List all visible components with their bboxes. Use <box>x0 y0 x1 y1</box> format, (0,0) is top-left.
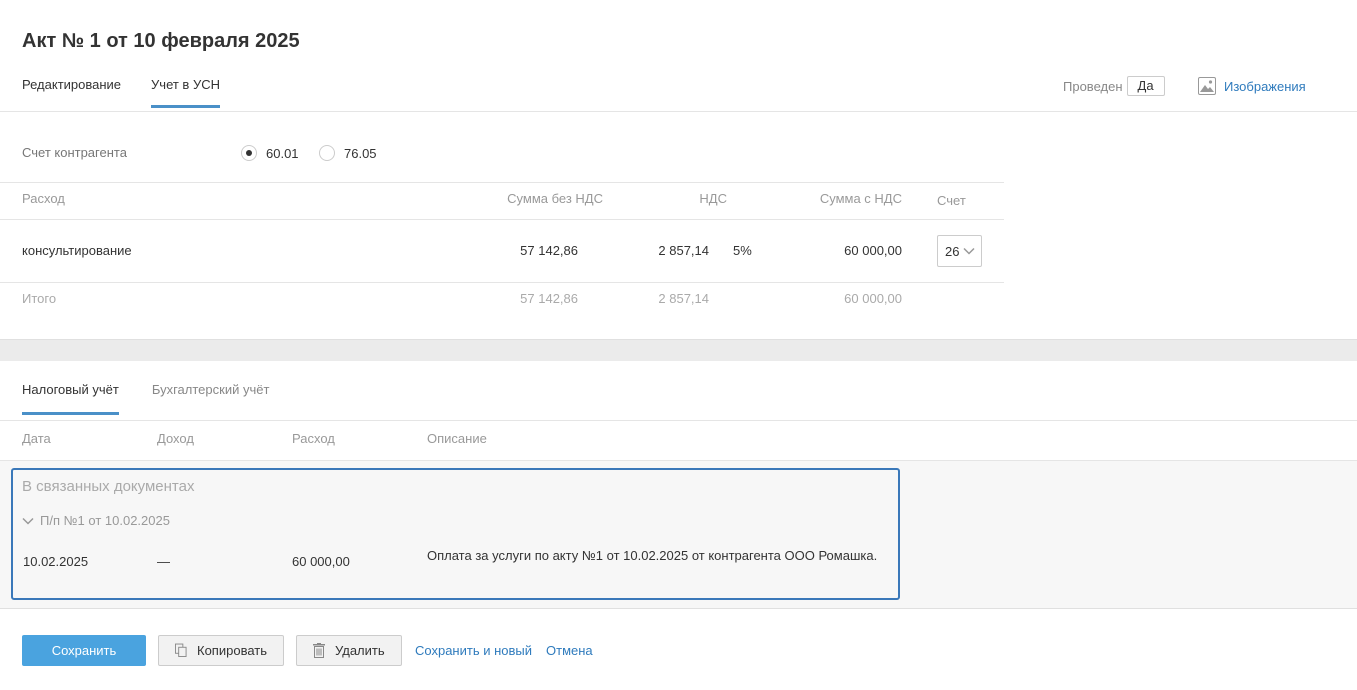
ledger-income-header: Доход <box>157 431 194 446</box>
posted-badge[interactable]: Да <box>1126 76 1165 96</box>
table-top-border <box>0 182 1004 183</box>
total-vat: 2 857,14 <box>658 291 709 306</box>
radio-76-05[interactable]: 76.05 <box>319 145 377 161</box>
images-link-label: Изображения <box>1224 78 1306 94</box>
ledger-description-header: Описание <box>427 431 487 446</box>
images-link[interactable]: Изображения <box>1198 77 1306 95</box>
save-button[interactable]: Сохранить <box>22 635 146 666</box>
table-header-border <box>0 219 1004 220</box>
page-title: Акт № 1 от 10 февраля 2025 <box>22 30 300 52</box>
account-select-value: 26 <box>945 243 960 259</box>
col-expense-header: Расход <box>22 191 65 206</box>
trash-icon <box>313 643 325 658</box>
ledger-entry-expense: 60 000,00 <box>292 554 350 569</box>
chevron-down-icon <box>22 517 34 525</box>
cancel-link[interactable]: Отмена <box>546 643 593 658</box>
section-separator <box>0 339 1357 361</box>
radio-76-05-label: 76.05 <box>344 145 377 161</box>
posted-status: Проведен Да <box>1063 76 1165 96</box>
expense-sum-no-vat: 57 142,86 <box>520 243 578 258</box>
ledger-expense-header: Расход <box>292 431 335 446</box>
radio-checked-icon <box>241 145 257 161</box>
expense-name: консультирование <box>22 243 132 258</box>
tab-editing[interactable]: Редактирование <box>22 77 121 108</box>
delete-button-label: Удалить <box>335 643 385 658</box>
expense-vat: 2 857,14 <box>658 243 709 258</box>
radio-unchecked-icon <box>319 145 335 161</box>
image-icon <box>1198 77 1216 95</box>
linked-documents-title: В связанных документах <box>22 478 195 495</box>
tab-usn-accounting[interactable]: Учет в УСН <box>151 77 220 108</box>
expense-sum-with-vat: 60 000,00 <box>844 243 902 258</box>
radio-60-01[interactable]: 60.01 <box>241 145 299 161</box>
table-row-border <box>0 282 1004 283</box>
delete-button[interactable]: Удалить <box>296 635 402 666</box>
footer-actions: Сохранить Копировать Удалить Сохранить и… <box>22 635 593 666</box>
tab-tax-accounting[interactable]: Налоговый учёт <box>22 382 119 415</box>
counterparty-account-row: Счет контрагента 60.01 76.05 <box>22 145 422 165</box>
total-label: Итого <box>22 291 57 306</box>
total-sum-no-vat: 57 142,86 <box>520 291 578 306</box>
divider <box>0 420 1357 421</box>
copy-icon <box>175 643 187 657</box>
expense-vat-rate[interactable]: 5% <box>733 243 752 258</box>
chevron-down-icon <box>963 247 975 255</box>
col-sum-no-vat-header: Сумма без НДС <box>507 191 603 206</box>
ledger-entry-date: 10.02.2025 <box>23 554 89 569</box>
account-select[interactable]: 26 <box>937 235 982 267</box>
radio-60-01-label: 60.01 <box>266 145 299 161</box>
copy-button[interactable]: Копировать <box>158 635 284 666</box>
save-and-new-link[interactable]: Сохранить и новый <box>415 643 532 658</box>
ledger-entry-income: — <box>157 554 170 569</box>
ledger-entry-description: Оплата за услуги по акту №1 от 10.02.202… <box>427 548 878 563</box>
copy-button-label: Копировать <box>197 643 267 658</box>
counterparty-account-label: Счет контрагента <box>22 145 127 160</box>
linked-doc-label: П/п №1 от 10.02.2025 <box>40 513 170 528</box>
bottom-tabs: Налоговый учёт Бухгалтерский учёт <box>22 382 269 415</box>
linked-doc-toggle[interactable]: П/п №1 от 10.02.2025 <box>22 513 170 528</box>
posted-label: Проведен <box>1063 78 1123 94</box>
col-sum-with-vat-header: Сумма с НДС <box>819 191 902 206</box>
ledger-date-header: Дата <box>22 431 51 446</box>
divider <box>0 111 1357 112</box>
total-sum-with-vat: 60 000,00 <box>844 291 902 306</box>
top-tabs: Редактирование Учет в УСН <box>22 77 220 108</box>
tab-bookkeeping[interactable]: Бухгалтерский учёт <box>152 382 270 415</box>
col-account-header: Счет <box>937 193 966 208</box>
col-vat-header: НДС <box>699 191 727 206</box>
